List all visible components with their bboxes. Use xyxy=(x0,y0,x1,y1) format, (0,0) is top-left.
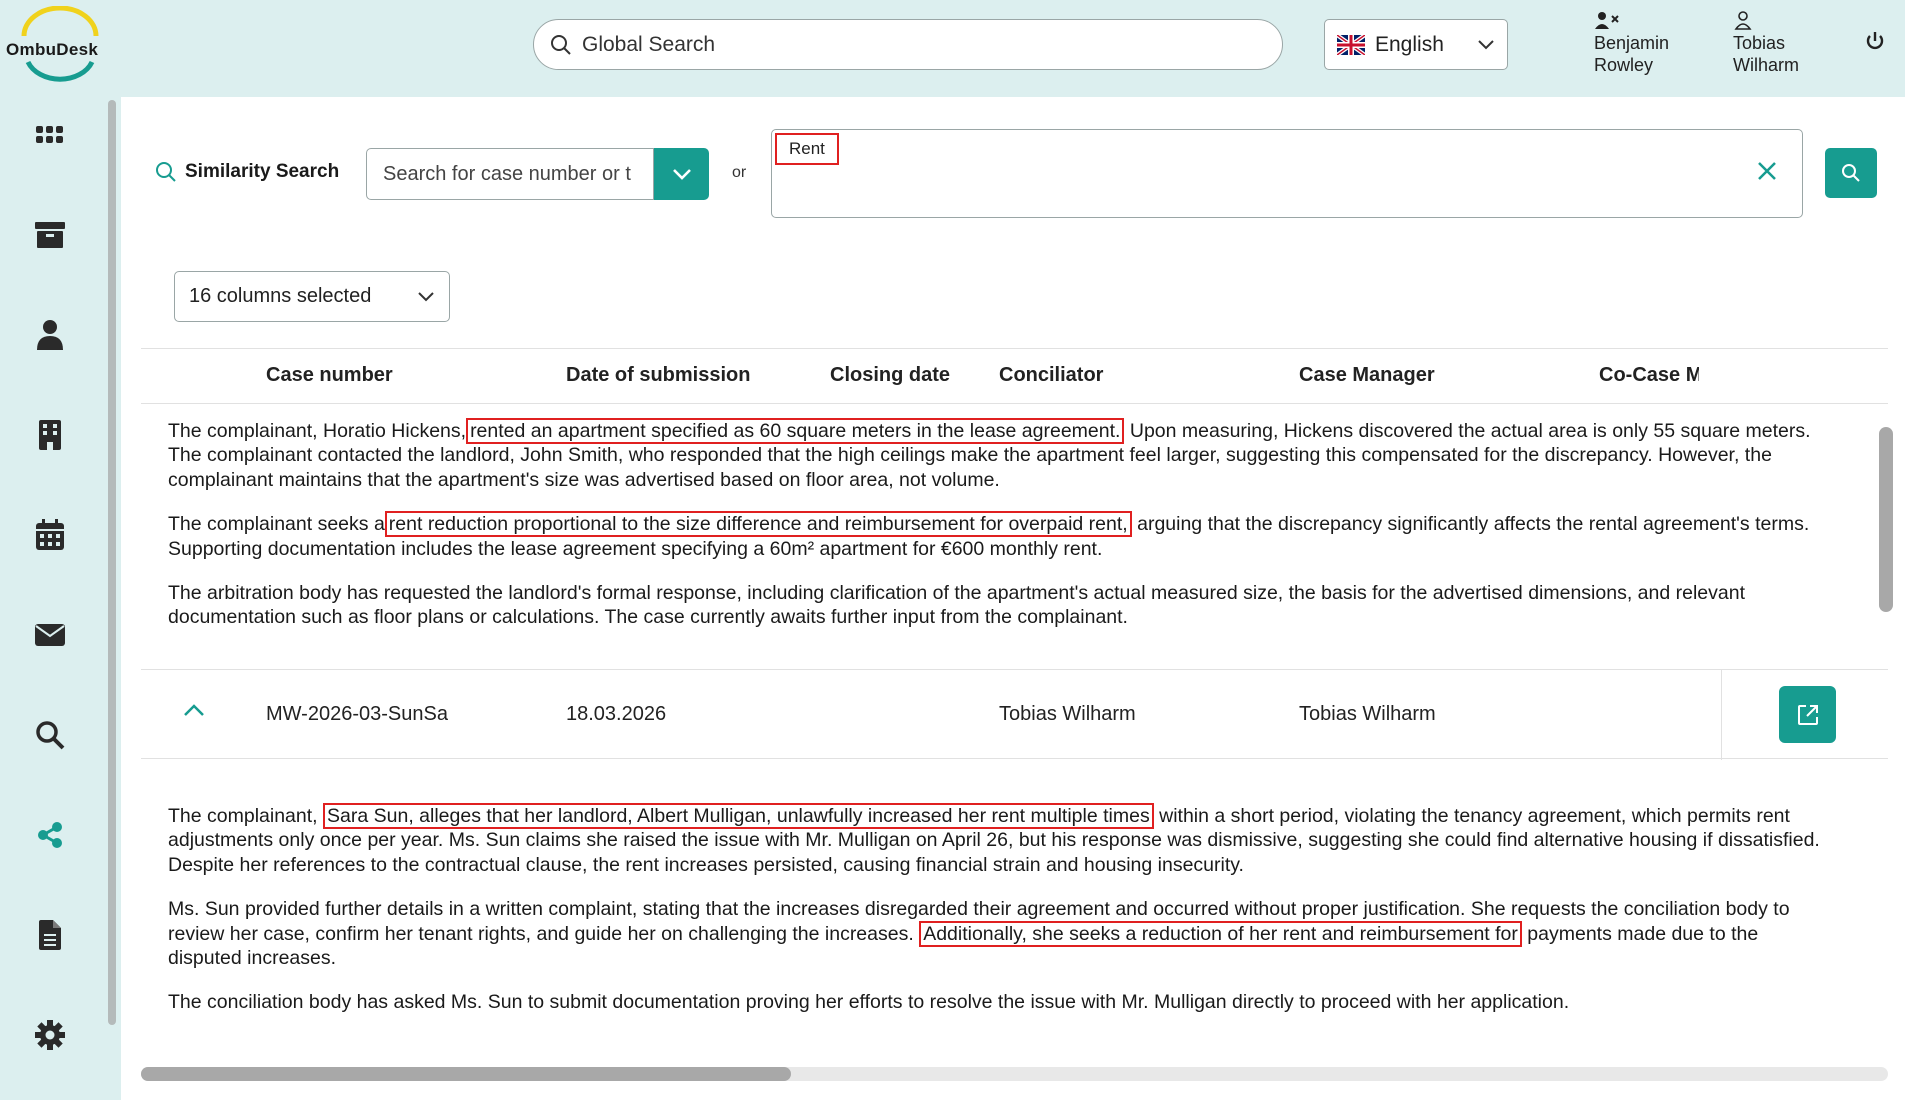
table-horizontal-scrollbar[interactable] xyxy=(141,1067,1888,1081)
document-icon xyxy=(39,920,61,950)
sidebar xyxy=(0,97,104,1100)
chevron-up-icon xyxy=(184,704,204,716)
search-icon xyxy=(36,721,65,750)
sidebar-item-dashboard[interactable] xyxy=(30,115,70,155)
similarity-search-button[interactable] xyxy=(1825,148,1877,198)
chevron-down-icon xyxy=(418,291,434,301)
collapse-row-button[interactable] xyxy=(183,703,205,722)
description-text: The complainant, xyxy=(168,805,318,827)
case-number-cell: MW-2026-03-SunSa xyxy=(266,703,448,725)
case-manager-cell: Tobias Wilharm xyxy=(1299,703,1436,725)
column-header-conciliator[interactable]: Conciliator xyxy=(999,364,1103,387)
user-last-name: Wilharm xyxy=(1733,55,1799,75)
global-search-input[interactable]: Global Search xyxy=(533,19,1283,70)
column-header-closing-date[interactable]: Closing date xyxy=(830,364,950,387)
user-x-icon xyxy=(1595,12,1619,29)
highlight-match: rented an apartment specified as 60 squa… xyxy=(466,418,1125,444)
column-header-co-case-manager[interactable]: Co-Case M xyxy=(1599,364,1699,387)
user-tobias-wilharm[interactable]: Tobias Wilharm xyxy=(1733,10,1799,76)
case-number-search-input[interactable]: Search for case number or t xyxy=(366,148,654,200)
description-paragraph: The complainant, Horatio Hickens, rented … xyxy=(168,418,1828,492)
sidebar-item-search[interactable] xyxy=(30,715,70,755)
language-select[interactable]: English xyxy=(1324,19,1508,70)
conciliator-cell: Tobias Wilharm xyxy=(999,703,1136,725)
date-of-submission-cell: 18.03.2026 xyxy=(566,703,667,725)
table-row[interactable]: MW-2026-03-SunSa 18.03.2026 Tobias Wilha… xyxy=(141,669,1888,760)
description-text: The complainant seeks a xyxy=(168,513,385,536)
chevron-down-icon xyxy=(1478,39,1494,49)
highlight-match: Additionally, she seeks a reduction of h… xyxy=(919,920,1522,947)
highlight-match: Sara Sun, alleges that her landlord, Alb… xyxy=(323,803,1154,829)
share-icon xyxy=(38,822,62,848)
scrollbar-thumb[interactable] xyxy=(141,1067,791,1081)
global-search-placeholder: Global Search xyxy=(582,32,716,56)
search-icon xyxy=(1842,164,1860,182)
query-text: Rent xyxy=(775,133,839,165)
description-paragraph: The arbitration body has requested the l… xyxy=(168,582,1745,629)
clear-query-button[interactable] xyxy=(1756,160,1778,187)
user-benjamin-rowley[interactable]: Benjamin Rowley xyxy=(1594,10,1669,76)
columns-select[interactable]: 16 columns selected xyxy=(174,271,450,322)
uk-flag-icon xyxy=(1337,34,1365,55)
mail-icon xyxy=(35,624,65,646)
user-icon xyxy=(1734,11,1752,30)
column-header-date-of-submission[interactable]: Date of submission xyxy=(566,364,750,387)
power-icon xyxy=(1866,32,1884,50)
user-last-name: Rowley xyxy=(1594,55,1654,75)
search-icon xyxy=(156,162,176,182)
similarity-text-input[interactable]: Rent xyxy=(771,129,1803,218)
similarity-search-title: Similarity Search xyxy=(185,161,340,182)
archive-icon xyxy=(35,222,65,248)
sidebar-scrollbar[interactable] xyxy=(108,100,116,1025)
case-description-1: The complainant, Horatio Hickens, rented … xyxy=(168,418,1828,650)
column-divider xyxy=(1721,670,1722,760)
sidebar-item-settings[interactable] xyxy=(30,1015,70,1055)
logout-button[interactable] xyxy=(1864,30,1886,57)
logo-text: OmbuDesk xyxy=(6,40,99,59)
gear-icon xyxy=(35,1020,65,1050)
sidebar-item-documents[interactable] xyxy=(30,915,70,955)
external-link-icon xyxy=(1797,704,1818,725)
sidebar-item-mail[interactable] xyxy=(30,615,70,655)
building-icon xyxy=(39,420,61,450)
highlight-match: rent reduction proportional to the size … xyxy=(384,511,1132,538)
description-paragraph: The complainant seeks a rent reduction pr… xyxy=(168,511,1828,561)
case-description-2: The complainant, Sara Sun, alleges that … xyxy=(168,803,1828,1035)
column-header-case-number[interactable]: Case number xyxy=(266,364,393,387)
sidebar-item-companies[interactable] xyxy=(30,415,70,455)
columns-select-label: 16 columns selected xyxy=(189,285,372,307)
person-icon xyxy=(37,320,63,350)
sidebar-item-calendar[interactable] xyxy=(30,515,70,555)
description-paragraph: The complainant, Sara Sun, alleges that … xyxy=(168,803,1828,877)
language-label: English xyxy=(1375,32,1444,56)
user-first-name: Tobias xyxy=(1733,33,1786,53)
top-bar: OmbuDesk Global Search English Benjamin … xyxy=(0,0,1905,97)
chevron-down-icon xyxy=(672,169,691,180)
main-panel: Similarity Search Search for case number… xyxy=(121,97,1905,1100)
table-header: Case number Date of submission Closing d… xyxy=(141,348,1888,404)
column-header-case-manager[interactable]: Case Manager xyxy=(1299,364,1435,387)
close-icon xyxy=(1758,162,1776,180)
similarity-search-label: Similarity Search xyxy=(155,161,339,183)
case-number-dropdown-button[interactable] xyxy=(654,148,709,200)
search-icon xyxy=(551,34,571,55)
or-label: or xyxy=(732,164,747,181)
user-first-name: Benjamin xyxy=(1594,33,1670,53)
description-text: The complainant, Horatio Hickens, xyxy=(168,420,467,442)
calendar-icon xyxy=(36,519,64,550)
logo[interactable]: OmbuDesk xyxy=(4,5,116,86)
sidebar-item-archive[interactable] xyxy=(30,215,70,255)
open-case-button[interactable] xyxy=(1779,686,1836,743)
sidebar-item-similarity[interactable] xyxy=(30,815,70,855)
dashboard-icon xyxy=(36,126,63,143)
sidebar-item-persons[interactable] xyxy=(30,315,70,355)
description-paragraph: The conciliation body has asked Ms. Sun … xyxy=(168,991,1570,1014)
description-paragraph: Ms. Sun provided further details in a wr… xyxy=(168,897,1828,970)
table-vertical-scrollbar[interactable] xyxy=(1879,427,1893,612)
